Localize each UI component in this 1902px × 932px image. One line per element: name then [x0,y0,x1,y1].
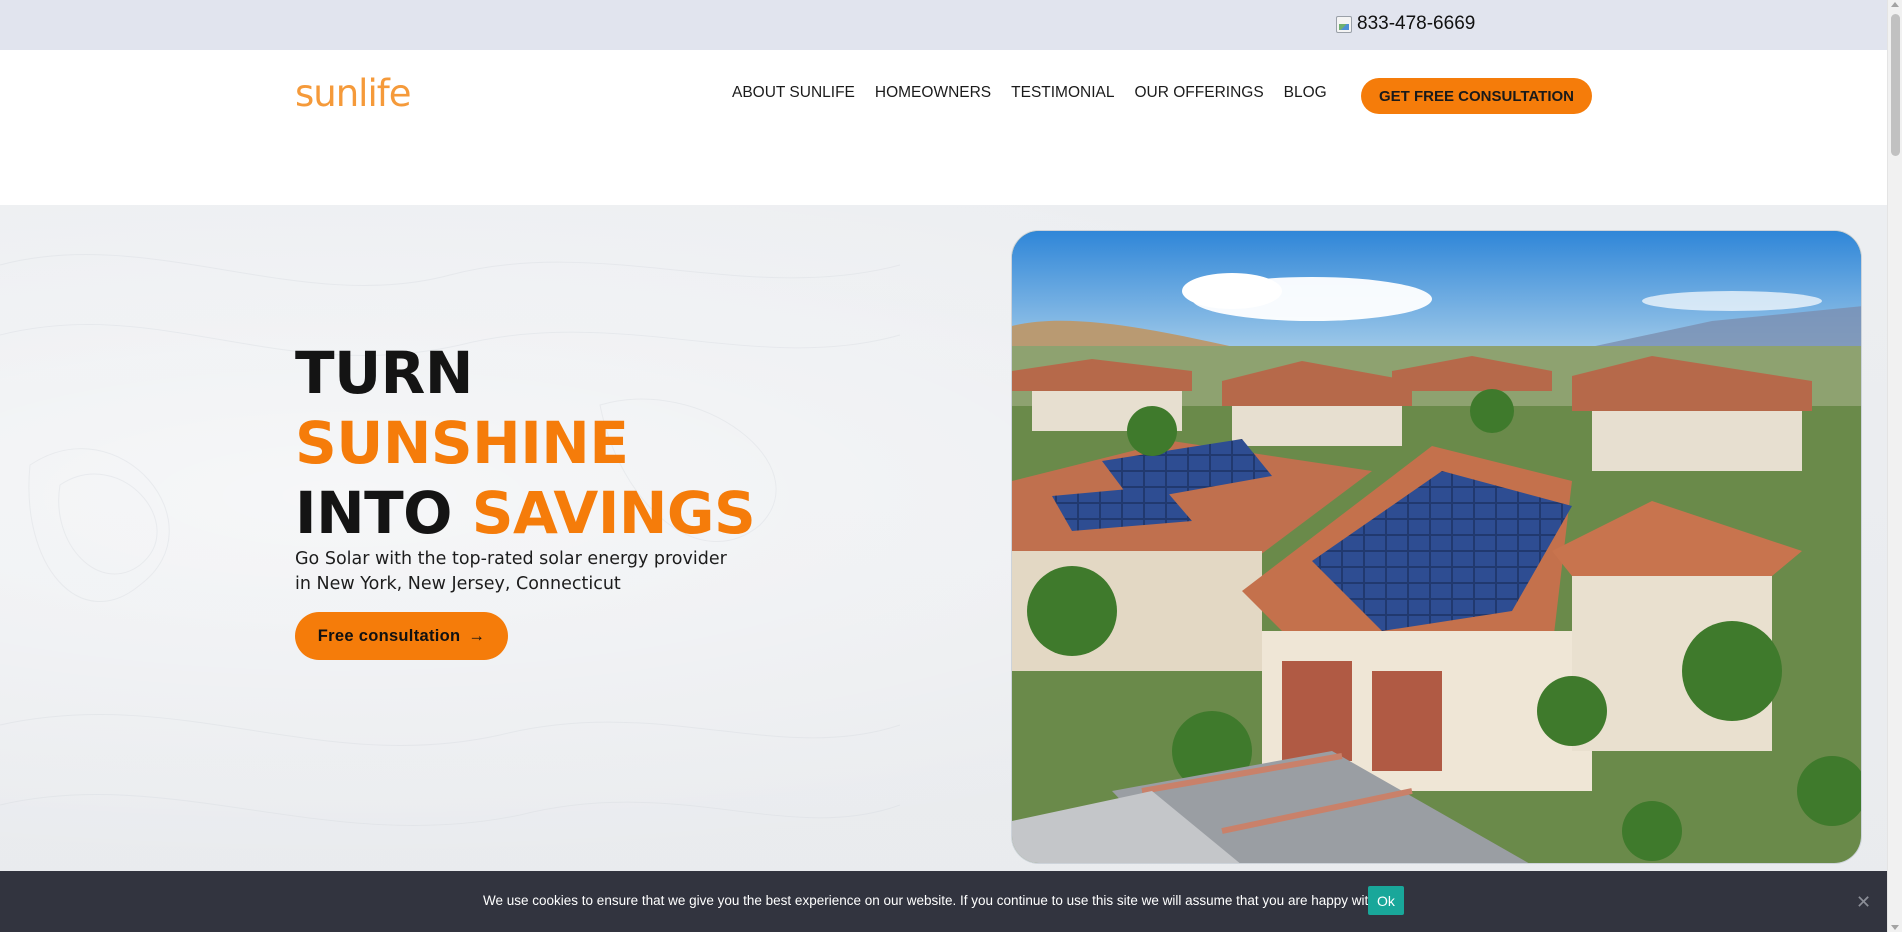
headline-line-3: INTO SAVINGS [295,478,756,548]
scroll-down-icon[interactable] [1891,925,1899,930]
nav-about-sunlife[interactable]: ABOUT SUNLIFE [732,84,855,102]
hero-subtitle: Go Solar with the top-rated solar energy… [295,547,745,597]
solar-homes-photo [1011,230,1862,864]
nav-blog[interactable]: BLOG [1284,84,1327,102]
get-free-consultation-button[interactable]: GET FREE CONSULTATION [1361,78,1592,114]
free-consultation-button[interactable]: Free consultation → [295,612,508,660]
broken-image-icon [1336,15,1352,33]
hero-subtitle-line-2: in New York, New Jersey, Connecticut [295,574,621,594]
headline-line-2: SUNSHINE [295,409,629,477]
nav-our-offerings[interactable]: OUR OFFERINGS [1135,84,1264,102]
free-consultation-label: Free consultation [317,626,461,645]
arrow-right-icon: → [468,626,486,645]
sunlife-logo[interactable]: sunlife [295,72,412,115]
cookie-ok-button[interactable]: Ok [1368,886,1404,915]
phone-number[interactable]: 833-478-6669 [1357,13,1475,35]
site-header: sunlife ABOUT SUNLIFE HOMEOWNERS TESTIMO… [0,50,1887,205]
solar-homes-illustration [1012,231,1861,863]
close-icon[interactable]: ✕ [1856,892,1871,913]
cookie-banner: We use cookies to ensure that we give yo… [0,871,1887,932]
headline-savings: SAVINGS [471,479,756,547]
top-bar: 833-478-6669 [0,0,1887,50]
nav-homeowners[interactable]: HOMEOWNERS [875,84,991,102]
scroll-up-icon[interactable] [1891,2,1899,7]
cookie-message: We use cookies to ensure that we give yo… [483,893,1390,908]
nav-testimonial[interactable]: TESTIMONIAL [1011,84,1114,102]
phone-link[interactable]: 833-478-6669 [1336,13,1475,35]
scrollbar-thumb[interactable] [1891,14,1900,156]
headline-into: INTO [295,479,453,547]
hero-headline: TURN SUNSHINE INTO SAVINGS [295,338,756,548]
page-scrollbar[interactable] [1887,0,1902,932]
hero-subtitle-line-1: Go Solar with the top-rated solar energy… [295,549,727,569]
headline-line-1: TURN [295,339,473,407]
main-nav: ABOUT SUNLIFE HOMEOWNERS TESTIMONIAL OUR… [732,84,1327,102]
